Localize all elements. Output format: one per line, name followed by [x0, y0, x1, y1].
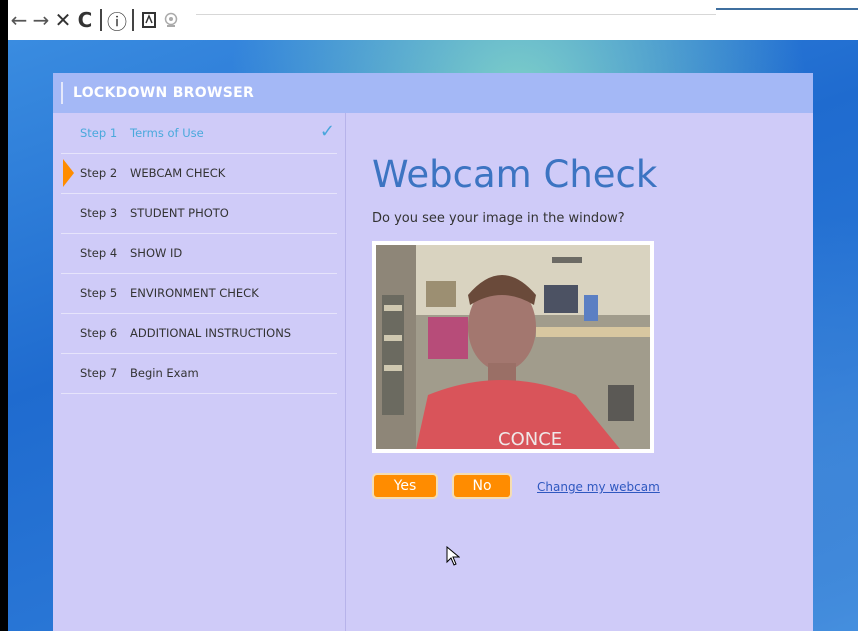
step-number: Step 7: [80, 366, 118, 380]
window-edge: [0, 0, 8, 631]
address-bar-underline: [196, 14, 716, 15]
step-number: Step 3: [80, 206, 118, 220]
browser-toolbar: ← → ✕ C ⓘ: [0, 0, 858, 40]
checkmark-icon: ✓: [319, 121, 335, 142]
webcam-feed: CONCE: [376, 245, 650, 449]
step-number: Step 6: [80, 326, 118, 340]
step-label: STUDENT PHOTO: [130, 206, 229, 220]
step-item-2[interactable]: Step 2 WEBCAM CHECK: [61, 153, 337, 194]
address-bar-accent: [716, 8, 858, 10]
lockdown-window: LOCKDOWN BROWSER Step 1 Terms of Use ✓ S…: [53, 73, 813, 631]
step-item-3[interactable]: Step 3 STUDENT PHOTO: [61, 193, 337, 234]
main-content: Webcam Check Do you see your image in th…: [372, 113, 802, 631]
step-item-4[interactable]: Step 4 SHOW ID: [61, 233, 337, 274]
shirt-text: CONCE: [498, 429, 562, 449]
no-button[interactable]: No: [452, 473, 512, 499]
webcam-icon[interactable]: [160, 0, 182, 40]
reload-icon[interactable]: C: [74, 0, 96, 40]
step-label: SHOW ID: [130, 246, 183, 260]
webcam-question: Do you see your image in the window?: [372, 211, 625, 226]
current-step-marker-icon: [63, 159, 74, 187]
webcam-preview: CONCE: [372, 241, 654, 453]
step-number: Step 2: [80, 166, 118, 180]
page-title: Webcam Check: [372, 153, 658, 196]
window-header: LOCKDOWN BROWSER: [53, 73, 813, 113]
step-item-6[interactable]: Step 6 ADDITIONAL INSTRUCTIONS: [61, 313, 337, 354]
steps-sidebar: Step 1 Terms of Use ✓ Step 2 WEBCAM CHEC…: [53, 113, 346, 631]
change-webcam-link[interactable]: Change my webcam: [537, 480, 660, 494]
step-number: Step 4: [80, 246, 118, 260]
step-label: WEBCAM CHECK: [130, 166, 226, 180]
step-item-1[interactable]: Step 1 Terms of Use ✓: [61, 113, 337, 154]
step-item-5[interactable]: Step 5 ENVIRONMENT CHECK: [61, 273, 337, 314]
window-title: LOCKDOWN BROWSER: [73, 85, 255, 101]
forward-icon[interactable]: →: [30, 0, 52, 40]
toolbar-divider: [132, 9, 134, 31]
document-icon[interactable]: [138, 0, 160, 40]
webcam-image-icon: CONCE: [376, 245, 650, 449]
step-label: ENVIRONMENT CHECK: [130, 286, 259, 300]
stop-icon[interactable]: ✕: [52, 0, 74, 40]
step-label: Begin Exam: [130, 366, 199, 380]
step-number: Step 5: [80, 286, 118, 300]
back-icon[interactable]: ←: [8, 0, 30, 40]
header-bar: [61, 82, 63, 104]
step-item-7[interactable]: Step 7 Begin Exam: [61, 353, 337, 394]
info-icon[interactable]: ⓘ: [106, 0, 128, 40]
step-label: Terms of Use: [130, 126, 204, 140]
step-label: ADDITIONAL INSTRUCTIONS: [130, 326, 292, 340]
yes-button[interactable]: Yes: [372, 473, 438, 499]
mouse-cursor-icon: [446, 545, 461, 570]
step-number: Step 1: [80, 126, 118, 140]
toolbar-divider: [100, 9, 102, 31]
